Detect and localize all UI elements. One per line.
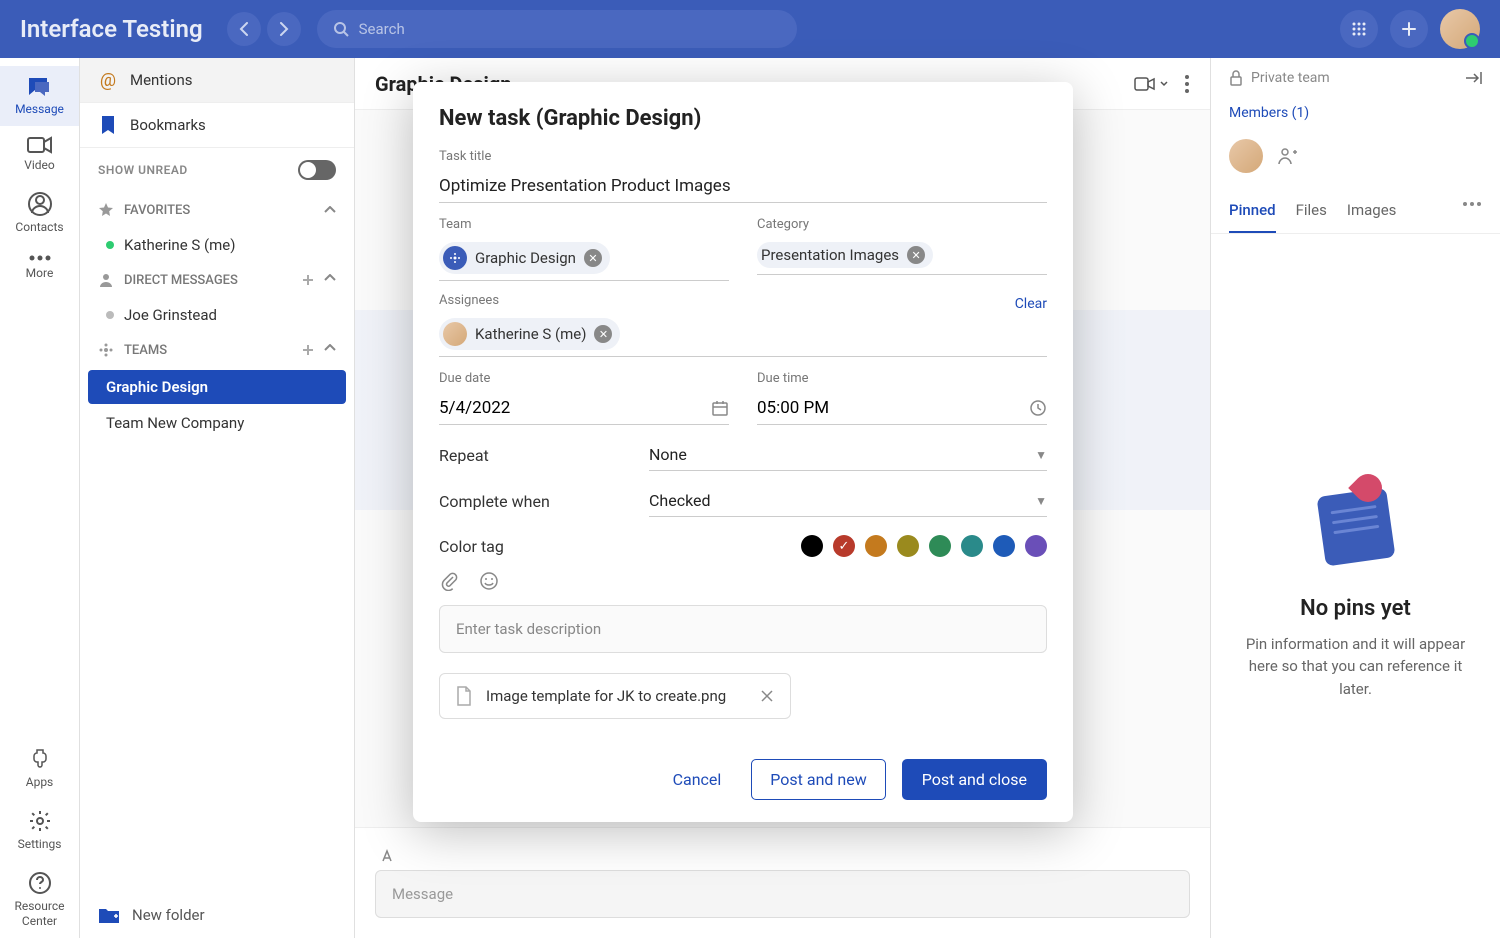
assignees-label: Assignees xyxy=(439,293,499,308)
due-date-input[interactable] xyxy=(439,392,711,424)
attachment-filename: Image template for JK to create.png xyxy=(486,687,726,705)
due-time-input[interactable] xyxy=(757,392,1029,424)
chevron-down-icon: ▼ xyxy=(1035,494,1047,508)
category-chip-input[interactable]: Presentation Images ✕ xyxy=(757,238,1047,275)
assignee-avatar xyxy=(443,322,467,346)
complete-when-select[interactable]: Checked ▼ xyxy=(649,485,1047,517)
due-time-label: Due time xyxy=(757,371,1047,386)
repeat-select[interactable]: None ▼ xyxy=(649,439,1047,471)
color-tag-row: Color tag xyxy=(439,535,1047,557)
assignee-chip: Katherine S (me) ✕ xyxy=(439,318,620,350)
clock-icon[interactable] xyxy=(1029,399,1047,417)
category-chip-label: Presentation Images xyxy=(761,246,899,264)
post-and-new-button[interactable]: Post and new xyxy=(751,759,885,800)
post-and-close-button[interactable]: Post and close xyxy=(902,759,1047,800)
complete-when-value: Checked xyxy=(649,491,711,510)
category-chip-remove[interactable]: ✕ xyxy=(907,246,925,264)
modal-footer: Cancel Post and new Post and close xyxy=(439,759,1047,800)
emoji-icon xyxy=(479,571,499,591)
task-description-input[interactable]: Enter task description xyxy=(439,605,1047,653)
close-icon xyxy=(760,689,774,703)
assignee-chip-label: Katherine S (me) xyxy=(475,325,586,343)
new-task-modal: New task (Graphic Design) Task title Tea… xyxy=(413,82,1073,822)
color-swatch[interactable] xyxy=(865,535,887,557)
repeat-row: Repeat None ▼ xyxy=(439,439,1047,471)
color-swatch[interactable] xyxy=(1025,535,1047,557)
color-swatch[interactable] xyxy=(833,535,855,557)
color-swatch[interactable] xyxy=(961,535,983,557)
team-chip-remove[interactable]: ✕ xyxy=(584,249,602,267)
modal-title: New task (Graphic Design) xyxy=(439,106,1047,131)
color-swatches xyxy=(801,535,1047,557)
file-icon xyxy=(456,686,472,706)
emoji-button[interactable] xyxy=(479,571,499,591)
team-chip-input[interactable]: Graphic Design ✕ xyxy=(439,238,729,281)
complete-when-row: Complete when Checked ▼ xyxy=(439,485,1047,517)
color-swatch[interactable] xyxy=(801,535,823,557)
category-chip: Presentation Images ✕ xyxy=(757,242,933,268)
color-swatch[interactable] xyxy=(897,535,919,557)
paperclip-icon xyxy=(439,571,459,591)
team-label: Team xyxy=(439,217,729,232)
complete-when-label: Complete when xyxy=(439,492,649,511)
color-swatch[interactable] xyxy=(929,535,951,557)
due-time-field[interactable] xyxy=(757,392,1047,425)
team-chip: Graphic Design ✕ xyxy=(439,242,610,274)
repeat-label: Repeat xyxy=(439,446,649,465)
team-chip-label: Graphic Design xyxy=(475,249,576,267)
due-date-field[interactable] xyxy=(439,392,729,425)
task-title-label: Task title xyxy=(439,149,1047,164)
calendar-icon[interactable] xyxy=(711,399,729,417)
assignees-clear[interactable]: Clear xyxy=(1015,296,1047,312)
color-swatch[interactable] xyxy=(993,535,1015,557)
attachment-remove[interactable] xyxy=(760,689,774,703)
description-toolbar xyxy=(439,571,1047,591)
cancel-button[interactable]: Cancel xyxy=(659,760,736,799)
attachment-chip: Image template for JK to create.png xyxy=(439,673,791,719)
color-tag-label: Color tag xyxy=(439,537,649,556)
assignee-chip-remove[interactable]: ✕ xyxy=(594,325,612,343)
task-title-input[interactable] xyxy=(439,170,1047,203)
repeat-value: None xyxy=(649,445,687,464)
attach-button[interactable] xyxy=(439,571,459,591)
category-label: Category xyxy=(757,217,1047,232)
due-date-label: Due date xyxy=(439,371,729,386)
team-chip-icon xyxy=(443,246,467,270)
chevron-down-icon: ▼ xyxy=(1035,448,1047,462)
assignees-chip-input[interactable]: Katherine S (me) ✕ xyxy=(439,314,1047,357)
